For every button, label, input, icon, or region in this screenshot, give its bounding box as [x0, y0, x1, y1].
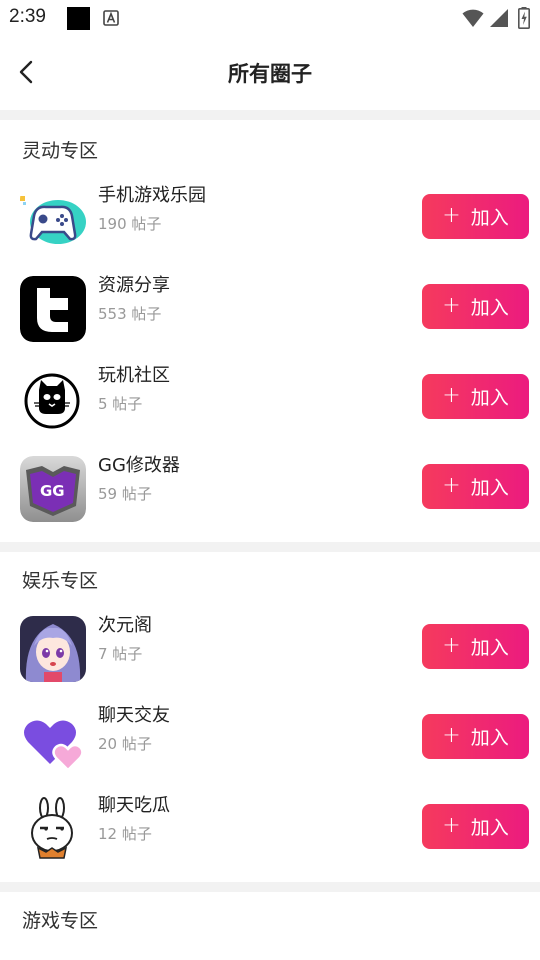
join-button[interactable]: + 加入: [422, 284, 529, 329]
join-label: 加入: [470, 207, 509, 229]
circle-item[interactable]: 资源分享 553 帖子 + 加入: [0, 264, 540, 354]
notification-square-icon: [67, 7, 90, 30]
header: 所有圈子: [0, 36, 540, 110]
circle-name: 玩机社区: [98, 365, 170, 386]
join-button[interactable]: + 加入: [422, 374, 529, 419]
join-label: 加入: [470, 637, 509, 659]
circle-item[interactable]: 聊天交友 20 帖子 + 加入: [0, 694, 540, 784]
circle-name: 次元阁: [98, 615, 152, 636]
post-count: 12 帖子: [98, 825, 152, 843]
font-a-icon: [103, 10, 119, 26]
circle-item[interactable]: 次元阁 7 帖子 + 加入: [0, 604, 540, 694]
svg-text:GG: GG: [40, 482, 65, 500]
gg-logo-icon: GG: [20, 456, 86, 522]
status-time: 2:39: [9, 6, 46, 27]
post-count: 190 帖子: [98, 215, 162, 233]
section-divider: [0, 882, 540, 892]
section-title: 游戏专区: [22, 910, 99, 932]
section-title: 娱乐专区: [22, 570, 99, 592]
post-count: 20 帖子: [98, 735, 152, 753]
t-logo-icon: [20, 276, 86, 342]
circle-name: 手机游戏乐园: [98, 185, 206, 206]
join-label: 加入: [470, 297, 509, 319]
join-label: 加入: [470, 727, 509, 749]
join-button[interactable]: + 加入: [422, 714, 529, 759]
plus-icon: +: [442, 382, 461, 408]
page-title: 所有圈子: [228, 62, 312, 86]
plus-icon: +: [442, 472, 461, 498]
plus-icon: +: [442, 202, 461, 228]
circle-item[interactable]: 手机游戏乐园 190 帖子 + 加入: [0, 174, 540, 264]
post-count: 553 帖子: [98, 305, 162, 323]
join-button[interactable]: + 加入: [422, 624, 529, 669]
plus-icon: +: [442, 632, 461, 658]
rabbit-icon: [20, 796, 86, 862]
join-label: 加入: [470, 387, 509, 409]
join-button[interactable]: + 加入: [422, 194, 529, 239]
status-bar: 2:39: [0, 0, 540, 36]
circle-item[interactable]: 玩机社区 5 帖子 + 加入: [0, 354, 540, 444]
cat-icon: [20, 366, 86, 432]
circle-name: 聊天交友: [98, 705, 170, 726]
circle-item[interactable]: GG GG修改器 59 帖子 + 加入: [0, 444, 540, 534]
circle-name: 聊天吃瓜: [98, 795, 170, 816]
circle-item[interactable]: 聊天吃瓜 12 帖子 + 加入: [0, 784, 540, 874]
section-divider: [0, 110, 540, 120]
hearts-icon: [20, 706, 86, 772]
section-title: 灵动专区: [22, 140, 99, 162]
circle-name: GG修改器: [98, 455, 180, 476]
section-divider: [0, 542, 540, 552]
post-count: 59 帖子: [98, 485, 152, 503]
post-count: 5 帖子: [98, 395, 143, 413]
join-label: 加入: [470, 817, 509, 839]
join-label: 加入: [470, 477, 509, 499]
join-button[interactable]: + 加入: [422, 804, 529, 849]
plus-icon: +: [442, 292, 461, 318]
plus-icon: +: [442, 812, 461, 838]
circle-name: 资源分享: [98, 275, 170, 296]
signal-icon: [490, 9, 508, 27]
post-count: 7 帖子: [98, 645, 143, 663]
plus-icon: +: [442, 722, 461, 748]
gamepad-icon: [20, 186, 86, 252]
wifi-icon: [462, 9, 484, 27]
anime-girl-icon: [20, 616, 86, 682]
join-button[interactable]: + 加入: [422, 464, 529, 509]
battery-charging-icon: [518, 7, 530, 29]
